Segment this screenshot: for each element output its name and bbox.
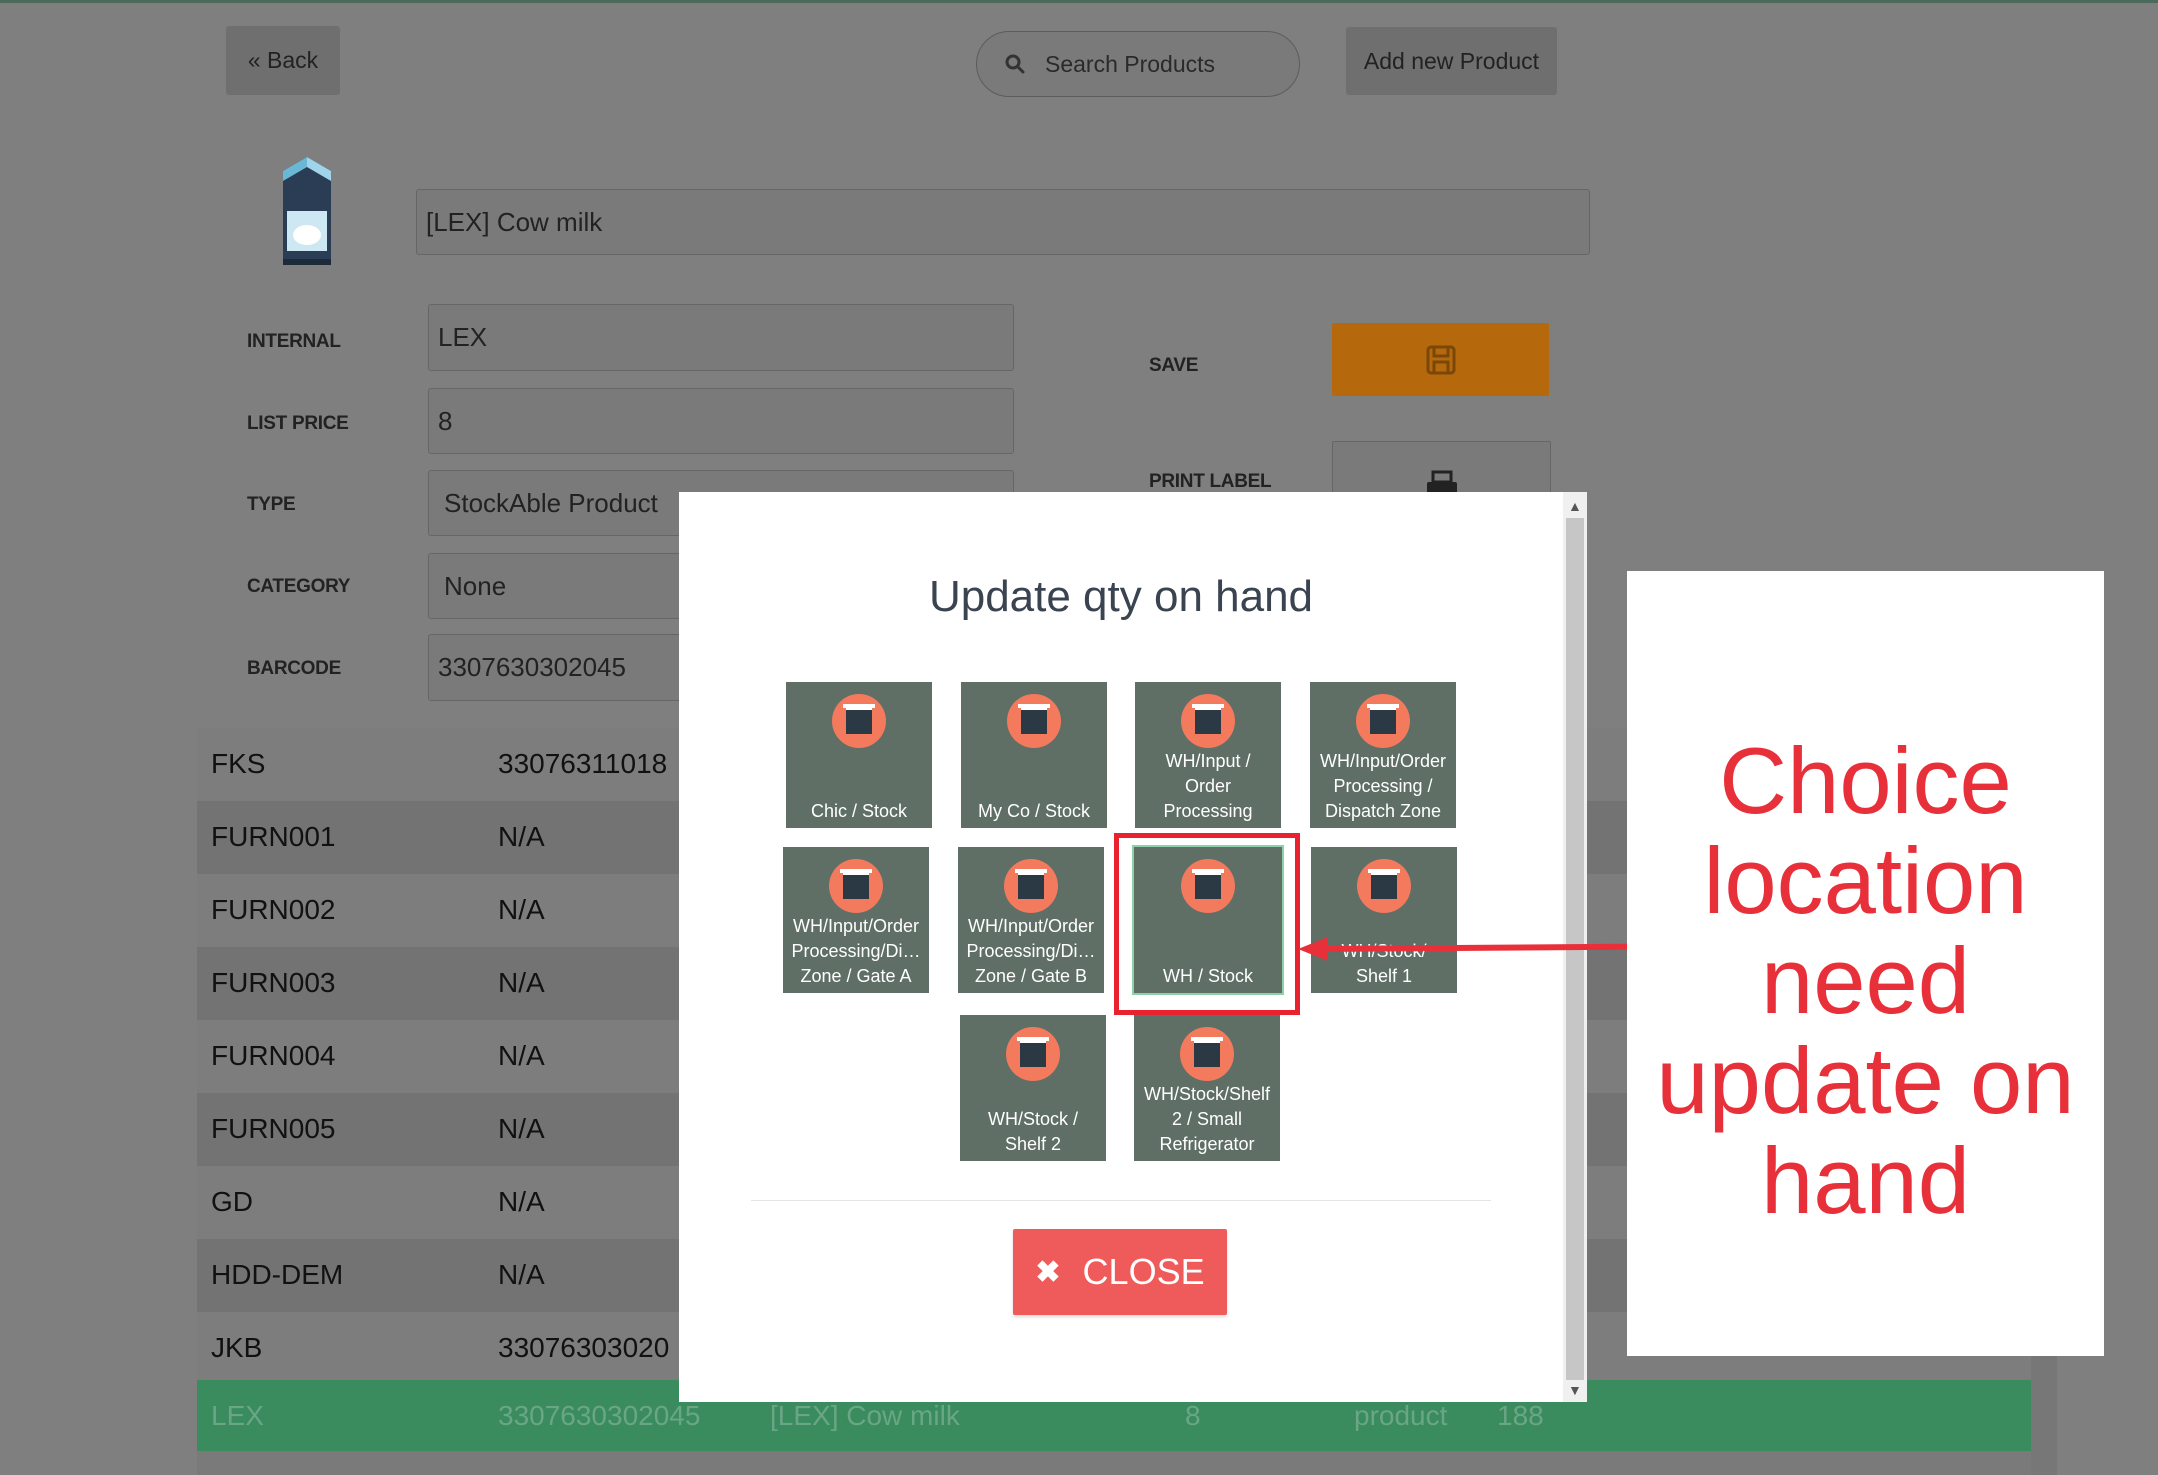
modal-divider <box>751 1200 1491 1201</box>
list-price-label: LIST PRICE <box>247 413 349 434</box>
row-qty: 188 <box>1497 1400 1544 1431</box>
location-tile[interactable]: WH/Input/Order Processing / Dispatch Zon… <box>1310 682 1456 828</box>
row-code: GD <box>211 1186 253 1217</box>
row-barcode: N/A <box>498 1259 545 1290</box>
row-barcode: 3307630302045 <box>498 1400 701 1431</box>
warehouse-icon <box>832 694 886 748</box>
warehouse-icon <box>829 859 883 913</box>
warehouse-icon <box>1356 694 1410 748</box>
row-code: FURN002 <box>211 894 336 925</box>
search-icon <box>1005 54 1025 74</box>
location-label: WH/Input / Order Processing <box>1163 751 1253 821</box>
location-tile[interactable]: My Co / Stock <box>961 682 1107 828</box>
back-button[interactable]: « Back <box>226 26 340 95</box>
warehouse-icon <box>1004 859 1058 913</box>
row-barcode: N/A <box>498 967 545 998</box>
internal-label: INTERNAL <box>247 331 341 352</box>
location-tile[interactable]: WH/Input/Order Processing/Di… Zone / Gat… <box>783 847 929 993</box>
row-barcode: N/A <box>498 1186 545 1217</box>
row-barcode: N/A <box>498 821 545 852</box>
floppy-disk-icon <box>1426 345 1455 374</box>
table-footer <box>197 1451 2031 1475</box>
location-label: WH/Input/Order Processing / Dispatch Zon… <box>1319 751 1447 821</box>
scroll-up-icon[interactable]: ▲ <box>1568 498 1582 514</box>
row-price: 8 <box>1185 1400 1201 1431</box>
row-barcode: 33076303020 <box>498 1332 670 1363</box>
search-placeholder: Search Products <box>1045 50 1216 77</box>
row-barcode: 33076311018 <box>498 748 668 779</box>
row-code: FURN005 <box>211 1113 336 1144</box>
row-type: product <box>1354 1400 1448 1431</box>
print-label-label: PRINT LABEL <box>1149 471 1272 492</box>
location-tile[interactable]: WH/Input/Order Processing/Di… Zone / Gat… <box>958 847 1104 993</box>
location-label: My Co / Stock <box>977 801 1091 821</box>
annotation-highlight-box <box>1114 833 1300 1015</box>
warehouse-icon <box>1357 859 1411 913</box>
location-tile[interactable]: Chic / Stock <box>786 682 932 828</box>
location-label: WH/Stock / Shelf 2 <box>987 1109 1078 1154</box>
row-code: FURN003 <box>211 967 336 998</box>
close-label: CLOSE <box>1082 1251 1205 1292</box>
row-code: FKS <box>211 748 266 779</box>
save-button[interactable] <box>1332 323 1549 396</box>
annotation-callout: Choice location need update on hand <box>1627 571 2104 1356</box>
modal-title: Update qty on hand <box>928 572 1314 621</box>
row-barcode: N/A <box>498 1113 545 1144</box>
row-code: JKB <box>211 1332 263 1363</box>
location-tile[interactable]: WH/Stock/Shelf 2 / Small Refrigerator <box>1134 1015 1280 1161</box>
add-new-product-button[interactable]: Add new Product <box>1346 27 1557 95</box>
location-tile[interactable]: WH/Stock/ Shelf 1 <box>1311 847 1457 993</box>
close-button[interactable]: ✖ CLOSE <box>1013 1229 1227 1315</box>
row-code: FURN004 <box>211 1040 336 1071</box>
location-label: WH/Input/Order Processing/Di… Zone / Gat… <box>791 916 921 986</box>
row-code: LEX <box>211 1400 264 1431</box>
internal-field[interactable]: LEX <box>428 304 1014 371</box>
location-label: WH/Stock/Shelf 2 / Small Refrigerator <box>1143 1084 1271 1154</box>
annotation-text: Choice location need update on hand <box>1656 728 2075 1233</box>
warehouse-icon <box>1181 694 1235 748</box>
row-code: FURN001 <box>211 821 336 852</box>
close-icon: ✖ <box>1035 1255 1061 1289</box>
row-code: HDD-DEM <box>211 1259 344 1290</box>
barcode-label: BARCODE <box>247 658 341 679</box>
row-name: [LEX] Cow milk <box>770 1400 960 1431</box>
location-tile[interactable]: WH/Stock / Shelf 2 <box>960 1015 1106 1161</box>
location-label: Chic / Stock <box>810 801 908 821</box>
save-label: SAVE <box>1149 355 1199 376</box>
list-price-field[interactable]: 8 <box>428 388 1014 454</box>
product-name-field[interactable]: [LEX] Cow milk <box>416 189 1590 255</box>
row-barcode: N/A <box>498 1040 545 1071</box>
location-label: WH/Input/Order Processing/Di… Zone / Gat… <box>966 916 1096 986</box>
category-label: CATEGORY <box>247 576 351 597</box>
scroll-down-icon[interactable]: ▼ <box>1568 1382 1582 1398</box>
type-label: TYPE <box>247 494 296 515</box>
warehouse-icon <box>1006 1027 1060 1081</box>
product-image <box>283 157 331 265</box>
location-tile[interactable]: WH/Input / Order Processing <box>1135 682 1281 828</box>
row-barcode: N/A <box>498 894 545 925</box>
warehouse-icon <box>1180 1027 1234 1081</box>
warehouse-icon <box>1007 694 1061 748</box>
search-input[interactable]: Search Products <box>976 31 1300 97</box>
